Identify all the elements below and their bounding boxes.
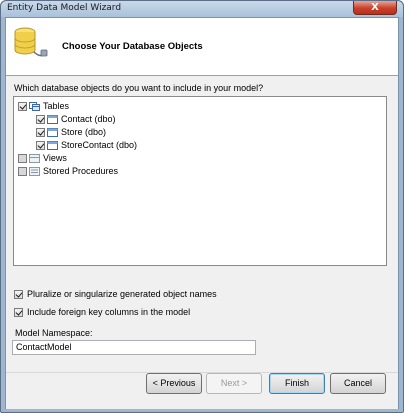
database-objects-tree[interactable]: Tables Contact (dbo) Store (dbo) StoreCo… (13, 96, 387, 266)
stored-procedures-checkbox[interactable] (18, 166, 27, 176)
store-checkbox[interactable] (36, 127, 45, 137)
table-icon (47, 114, 58, 124)
tree-item-label: StoreContact (dbo) (61, 140, 138, 150)
close-button[interactable]: X (353, 1, 397, 15)
next-button[interactable]: Next > (206, 373, 262, 394)
objects-question-label: Which database objects do you want to in… (14, 83, 264, 93)
table-icon (47, 127, 58, 137)
tables-icon (29, 101, 40, 111)
finish-button[interactable]: Finish (269, 373, 325, 394)
pluralize-checkbox[interactable] (14, 289, 23, 299)
previous-button[interactable]: < Previous (146, 373, 202, 394)
table-icon (47, 140, 58, 150)
cancel-button[interactable]: Cancel (330, 373, 386, 394)
tree-item-tables[interactable]: Tables (18, 100, 69, 112)
contact-checkbox[interactable] (36, 114, 45, 124)
foreign-keys-label: Include foreign key columns in the model (27, 307, 191, 317)
wizard-window: Entity Data Model Wizard X Choose Your D… (0, 0, 404, 413)
tree-item-label: Contact (dbo) (61, 114, 116, 124)
tree-item-label: Tables (43, 101, 70, 111)
views-icon (29, 153, 40, 163)
model-namespace-label: Model Namespace: (15, 328, 93, 338)
tree-item-views[interactable]: Views (18, 152, 67, 164)
title-bar[interactable]: Entity Data Model Wizard X (1, 1, 403, 17)
tree-item-label: Views (43, 153, 67, 163)
tree-item-store[interactable]: Store (dbo) (36, 126, 106, 138)
tree-item-stored-procedures[interactable]: Stored Procedures (18, 165, 118, 177)
tables-checkbox[interactable] (18, 101, 27, 111)
wizard-body: Which database objects do you want to in… (6, 76, 398, 372)
storecontact-checkbox[interactable] (36, 140, 45, 150)
wizard-client-area: Choose Your Database Objects Which datab… (5, 17, 399, 409)
tree-item-label: Store (dbo) (61, 127, 107, 137)
pluralize-option[interactable]: Pluralize or singularize generated objec… (14, 289, 217, 299)
foreign-keys-checkbox[interactable] (14, 307, 23, 317)
foreign-keys-option[interactable]: Include foreign key columns in the model (14, 307, 190, 317)
tree-item-storecontact[interactable]: StoreContact (dbo) (36, 139, 137, 151)
wizard-header: Choose Your Database Objects (6, 18, 398, 74)
model-namespace-input[interactable]: ContactModel (12, 340, 256, 355)
window-title: Entity Data Model Wizard (7, 3, 122, 13)
wizard-footer: < Previous Next > Finish Cancel (6, 372, 398, 409)
views-checkbox[interactable] (18, 153, 27, 163)
stored-procedures-icon (29, 166, 40, 176)
page-title: Choose Your Database Objects (62, 41, 203, 52)
tree-item-contact[interactable]: Contact (dbo) (36, 113, 116, 125)
tree-item-label: Stored Procedures (43, 166, 119, 176)
pluralize-label: Pluralize or singularize generated objec… (27, 289, 217, 299)
database-connection-icon (14, 27, 48, 57)
